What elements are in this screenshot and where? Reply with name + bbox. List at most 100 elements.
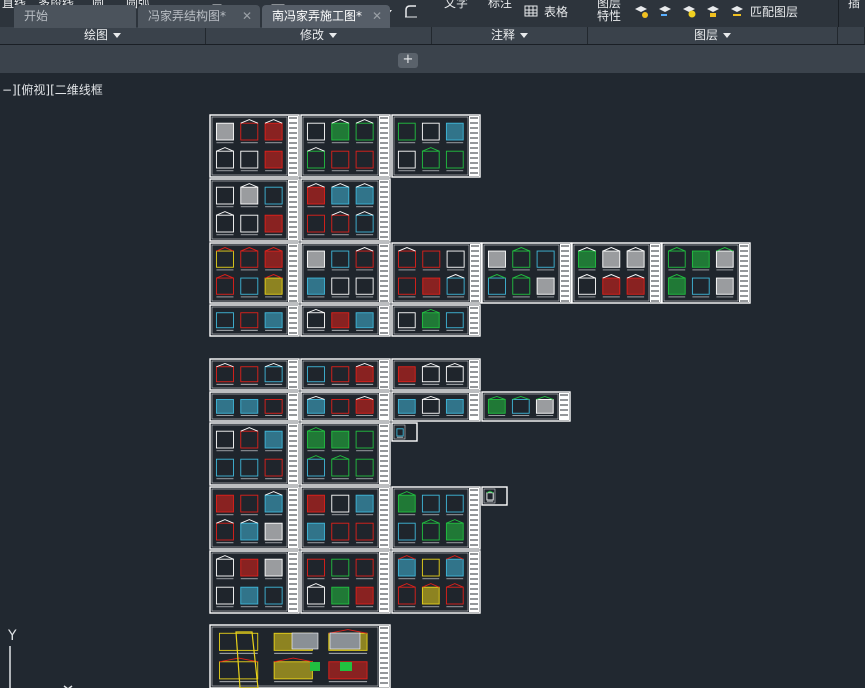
title-block xyxy=(288,393,298,420)
drawing-sheet[interactable] xyxy=(391,422,418,442)
drawing-detail xyxy=(306,430,325,449)
drawing-detail xyxy=(421,312,440,329)
title-block xyxy=(469,116,479,176)
drawing-detail xyxy=(667,277,686,295)
drawing-detail xyxy=(577,250,596,268)
title-block xyxy=(379,552,389,612)
drawing-detail xyxy=(715,250,734,268)
drawing-detail xyxy=(306,277,325,295)
plan-detail xyxy=(310,662,320,671)
drawing-detail xyxy=(215,399,234,414)
title-block xyxy=(650,244,660,302)
drawing-detail xyxy=(445,122,464,141)
title-block xyxy=(288,180,298,240)
plan-detail xyxy=(291,632,319,650)
drawing-detail xyxy=(487,250,506,268)
drawing-detail xyxy=(355,366,374,383)
title-block xyxy=(560,244,570,302)
drawing-detail xyxy=(536,277,555,295)
drawing-detail xyxy=(306,186,325,205)
ucs-axes-icon xyxy=(9,646,73,688)
drawing-detail xyxy=(215,122,234,141)
drawing-detail xyxy=(306,399,325,414)
title-block xyxy=(559,393,569,420)
drawing-detail xyxy=(264,312,283,329)
drawing-detail xyxy=(487,399,506,414)
title-block xyxy=(379,488,389,548)
title-block xyxy=(288,552,298,612)
drawing-detail xyxy=(264,494,283,513)
title-block xyxy=(739,244,749,302)
drawing-detail xyxy=(306,522,325,541)
drawing-detail xyxy=(264,122,283,141)
drawing-detail xyxy=(535,399,554,414)
drawing-sheet[interactable] xyxy=(209,304,300,337)
drawing-detail xyxy=(264,522,283,541)
plan-detail xyxy=(329,632,361,650)
drawing-detail xyxy=(331,586,350,605)
drawing-detail xyxy=(331,186,350,205)
title-block xyxy=(288,116,298,176)
title-block xyxy=(379,424,389,484)
drawing-detail xyxy=(626,250,645,268)
drawing-detail xyxy=(602,250,621,268)
drawing-sheet[interactable] xyxy=(300,358,391,391)
drawing-detail xyxy=(264,214,283,233)
drawing-detail xyxy=(691,250,710,268)
title-block xyxy=(379,393,389,420)
drawing-detail xyxy=(445,558,464,577)
drawing-detail xyxy=(421,586,440,605)
drawing-detail xyxy=(355,186,374,205)
drawing-detail xyxy=(240,186,259,205)
title-block xyxy=(379,116,389,176)
drawing-detail xyxy=(331,430,350,449)
plan-detail xyxy=(340,662,352,671)
drawing-detail xyxy=(264,277,283,295)
drawing-canvas[interactable] xyxy=(0,0,865,688)
drawing-detail xyxy=(355,586,374,605)
title-block xyxy=(288,306,298,335)
drawing-detail xyxy=(264,250,283,268)
drawing-detail xyxy=(331,122,350,141)
drawing-detail xyxy=(240,522,259,541)
title-block xyxy=(288,360,298,389)
title-block xyxy=(469,488,479,548)
drawing-detail xyxy=(331,312,350,329)
drawing-detail xyxy=(264,430,283,449)
title-block xyxy=(379,180,389,240)
drawing-detail xyxy=(445,522,464,541)
title-block xyxy=(469,360,479,389)
drawing-detail xyxy=(355,312,374,329)
drawing-detail xyxy=(397,366,416,383)
drawing-detail xyxy=(240,558,259,577)
title-block xyxy=(379,244,389,302)
drawing-detail xyxy=(273,661,313,680)
drawing-detail xyxy=(240,399,259,414)
drawing-detail xyxy=(306,494,325,513)
drawing-detail xyxy=(397,399,416,414)
title-block xyxy=(288,488,298,548)
drawing-detail xyxy=(626,277,645,295)
drawing-detail xyxy=(355,399,374,414)
drawing-sheet[interactable] xyxy=(481,486,508,506)
drawing-detail xyxy=(602,277,621,295)
drawing-detail xyxy=(355,494,374,513)
title-block xyxy=(379,360,389,389)
title-block xyxy=(288,424,298,484)
drawing-detail xyxy=(264,558,283,577)
drawing-detail xyxy=(215,494,234,513)
title-block xyxy=(469,306,479,335)
drawing-detail xyxy=(715,277,734,295)
drawing-detail xyxy=(240,586,259,605)
drawing-detail xyxy=(397,494,416,513)
title-block xyxy=(288,244,298,302)
drawing-detail xyxy=(397,558,416,577)
drawing-detail xyxy=(306,250,325,268)
title-block xyxy=(469,393,479,420)
drawing-detail xyxy=(422,277,441,295)
title-block xyxy=(470,244,480,302)
title-block xyxy=(379,306,389,335)
title-block xyxy=(469,552,479,612)
drawing-detail xyxy=(264,150,283,169)
drawing-detail xyxy=(445,399,464,414)
